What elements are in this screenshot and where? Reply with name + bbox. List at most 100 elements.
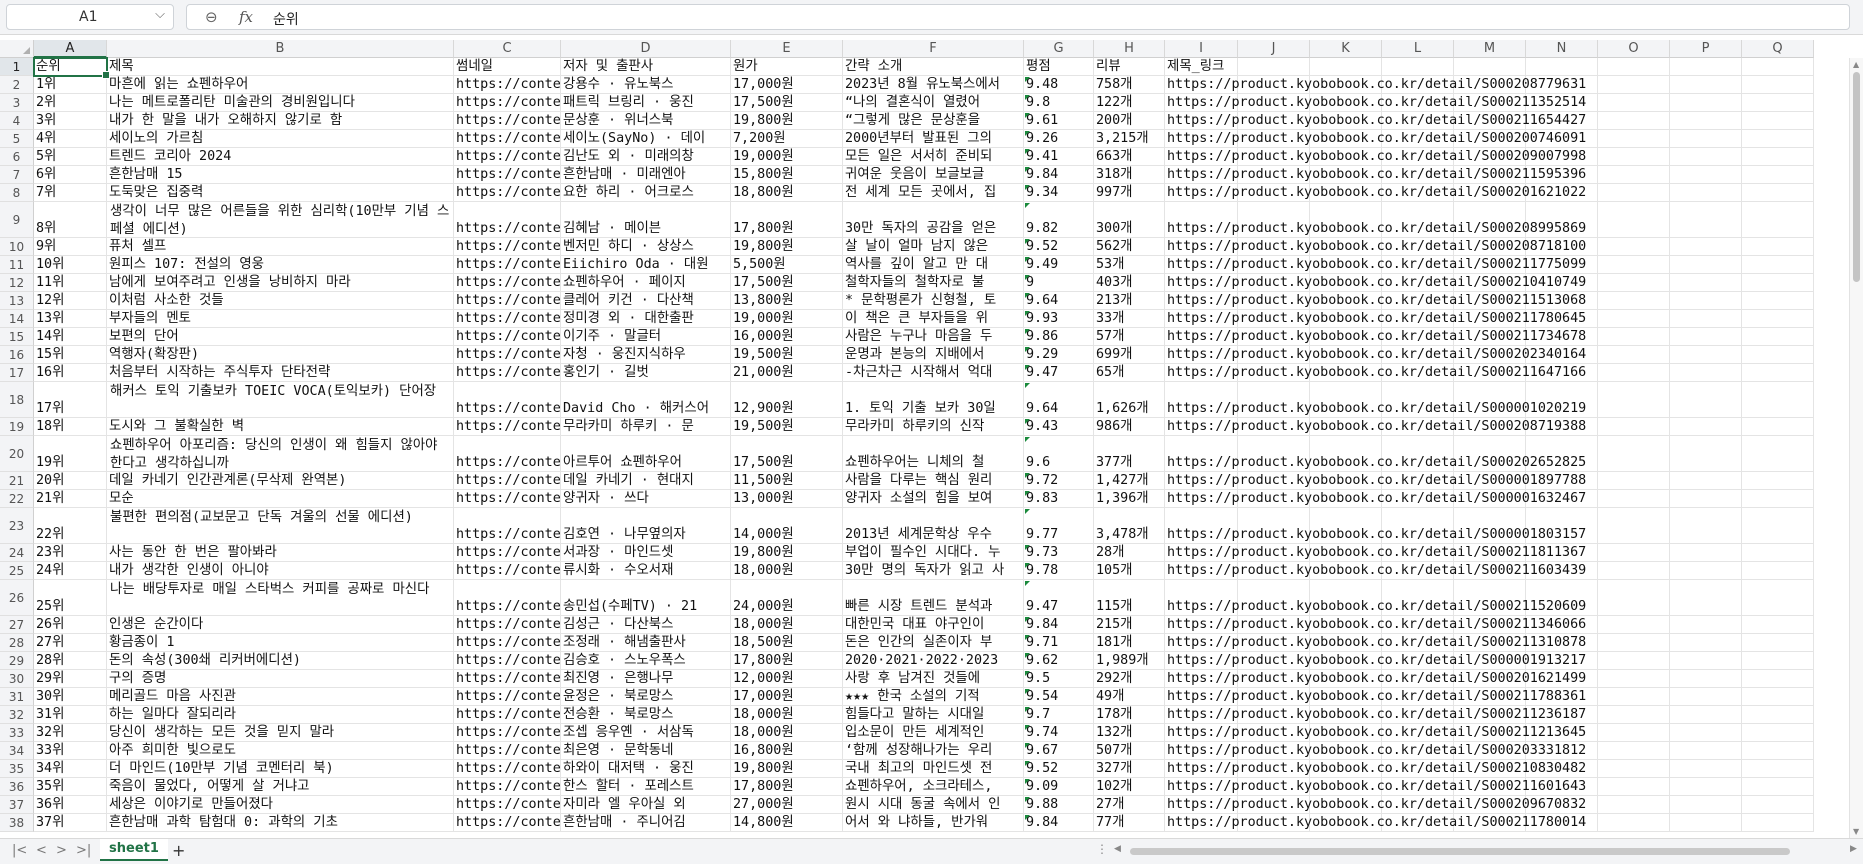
cell-h3[interactable]: 122개 — [1094, 94, 1165, 112]
cell-b28[interactable]: 황금종이 1 — [107, 634, 454, 652]
cell-g13[interactable]: 9.64 — [1024, 292, 1094, 310]
cell-a35[interactable]: 34위 — [34, 760, 107, 778]
cell-o14[interactable] — [1598, 310, 1670, 328]
cell-c4[interactable]: https://conte — [454, 112, 561, 130]
number-as-text-indicator[interactable] — [1025, 509, 1030, 514]
number-as-text-indicator[interactable] — [1025, 743, 1030, 748]
cell-g30[interactable]: 9.5 — [1024, 670, 1094, 688]
row-header-18[interactable]: 18 — [0, 382, 34, 418]
cell-d32[interactable]: 전승환 · 북로망스 — [561, 706, 731, 724]
cell-e32[interactable]: 18,000원 — [731, 706, 843, 724]
cell-q2[interactable] — [1742, 76, 1814, 94]
cell-p14[interactable] — [1670, 310, 1742, 328]
column-header-f[interactable]: F — [843, 40, 1024, 58]
cell-q11[interactable] — [1742, 256, 1814, 274]
cell-p37[interactable] — [1670, 796, 1742, 814]
formula-input[interactable]: 순위 — [273, 9, 299, 29]
row-header-8[interactable]: 8 — [0, 184, 34, 202]
cell-g16[interactable]: 9.29 — [1024, 346, 1094, 364]
number-as-text-indicator[interactable] — [1025, 239, 1030, 244]
cell-i10[interactable]: https://product.kyobobook.co.kr/detail/S… — [1165, 238, 1586, 256]
cell-c17[interactable]: https://conte — [454, 364, 561, 382]
row-header-29[interactable]: 29 — [0, 652, 34, 670]
cell-p38[interactable] — [1670, 814, 1742, 832]
cell-f38[interactable]: 어서 와 냐하들, 반가워 — [843, 814, 1024, 832]
cell-e25[interactable]: 18,000원 — [731, 562, 843, 580]
cell-i9[interactable]: https://product.kyobobook.co.kr/detail/S… — [1165, 202, 1586, 238]
number-as-text-indicator[interactable] — [1025, 293, 1030, 298]
cell-i24[interactable]: https://product.kyobobook.co.kr/detail/S… — [1165, 544, 1586, 562]
scroll-right-icon[interactable]: ▶ — [1850, 844, 1857, 854]
cell-h8[interactable]: 997개 — [1094, 184, 1165, 202]
cell-h33[interactable]: 132개 — [1094, 724, 1165, 742]
cell-a15[interactable]: 14위 — [34, 328, 107, 346]
cell-c15[interactable]: https://conte — [454, 328, 561, 346]
cell-l1[interactable] — [1382, 58, 1454, 76]
row-header-21[interactable]: 21 — [0, 472, 34, 490]
cell-g1[interactable]: 평점 — [1024, 58, 1094, 76]
cell-c36[interactable]: https://conte — [454, 778, 561, 796]
cell-h21[interactable]: 1,427개 — [1094, 472, 1165, 490]
cell-b9[interactable]: 생각이 너무 많은 어른들을 위한 심리학(10만부 기념 스페셜 에디션) — [107, 202, 454, 238]
cell-d8[interactable]: 요한 하리 · 어크로스 — [561, 184, 731, 202]
cell-d19[interactable]: 무라카미 하루키 · 문 — [561, 418, 731, 436]
cell-b23[interactable]: 불편한 편의점(교보문고 단독 겨울의 선물 에디션) — [107, 508, 454, 544]
cell-f8[interactable]: 전 세계 모든 곳에서, 집 — [843, 184, 1024, 202]
cell-f10[interactable]: 살 날이 얼마 남지 않은 — [843, 238, 1024, 256]
cell-d26[interactable]: 송민섭(수페TV) · 21 — [561, 580, 731, 616]
cell-c5[interactable]: https://conte — [454, 130, 561, 148]
cell-a28[interactable]: 27위 — [34, 634, 107, 652]
cell-p16[interactable] — [1670, 346, 1742, 364]
cell-i29[interactable]: https://product.kyobobook.co.kr/detail/S… — [1165, 652, 1586, 670]
cell-c3[interactable]: https://conte — [454, 94, 561, 112]
cell-b16[interactable]: 역행자(확장판) — [107, 346, 454, 364]
horizontal-scroll-thumb[interactable] — [1130, 848, 1790, 855]
cell-o6[interactable] — [1598, 148, 1670, 166]
cell-h27[interactable]: 215개 — [1094, 616, 1165, 634]
cell-e21[interactable]: 11,500원 — [731, 472, 843, 490]
cell-e12[interactable]: 17,500원 — [731, 274, 843, 292]
number-as-text-indicator[interactable] — [1025, 77, 1030, 82]
cell-f14[interactable]: 이 책은 큰 부자들을 위 — [843, 310, 1024, 328]
cell-e15[interactable]: 16,000원 — [731, 328, 843, 346]
scroll-up-icon[interactable]: ▲ — [1853, 60, 1859, 69]
cell-o30[interactable] — [1598, 670, 1670, 688]
row-header-28[interactable]: 28 — [0, 634, 34, 652]
cell-h16[interactable]: 699개 — [1094, 346, 1165, 364]
cell-q28[interactable] — [1742, 634, 1814, 652]
cell-d30[interactable]: 최진영 · 은행나무 — [561, 670, 731, 688]
cell-d10[interactable]: 벤저민 하디 · 상상스 — [561, 238, 731, 256]
cell-f20[interactable]: 쇼펜하우어는 니체의 철 — [843, 436, 1024, 472]
cell-i2[interactable]: https://product.kyobobook.co.kr/detail/S… — [1165, 76, 1586, 94]
cell-e16[interactable]: 19,500원 — [731, 346, 843, 364]
cell-o20[interactable] — [1598, 436, 1670, 472]
column-header-q[interactable]: Q — [1742, 40, 1814, 58]
cell-d28[interactable]: 조정래 · 해냄출판사 — [561, 634, 731, 652]
cell-h4[interactable]: 200개 — [1094, 112, 1165, 130]
cell-f17[interactable]: -차근차근 시작해서 억대 — [843, 364, 1024, 382]
cell-e38[interactable]: 14,800원 — [731, 814, 843, 832]
cell-i23[interactable]: https://product.kyobobook.co.kr/detail/S… — [1165, 508, 1586, 544]
row-header-38[interactable]: 38 — [0, 814, 34, 832]
cell-i3[interactable]: https://product.kyobobook.co.kr/detail/S… — [1165, 94, 1586, 112]
cell-f16[interactable]: 운명과 본능의 지배에서 — [843, 346, 1024, 364]
cell-o8[interactable] — [1598, 184, 1670, 202]
cell-o2[interactable] — [1598, 76, 1670, 94]
row-header-17[interactable]: 17 — [0, 364, 34, 382]
cell-d37[interactable]: 자미라 엘 우아실 외 — [561, 796, 731, 814]
cell-d22[interactable]: 양귀자 · 쓰다 — [561, 490, 731, 508]
row-header-15[interactable]: 15 — [0, 328, 34, 346]
cell-a21[interactable]: 20위 — [34, 472, 107, 490]
cell-h2[interactable]: 758개 — [1094, 76, 1165, 94]
cell-h31[interactable]: 49개 — [1094, 688, 1165, 706]
cell-a14[interactable]: 13위 — [34, 310, 107, 328]
cell-i26[interactable]: https://product.kyobobook.co.kr/detail/S… — [1165, 580, 1586, 616]
row-header-12[interactable]: 12 — [0, 274, 34, 292]
cell-i30[interactable]: https://product.kyobobook.co.kr/detail/S… — [1165, 670, 1586, 688]
cell-f28[interactable]: 돈은 인간의 실존이자 부 — [843, 634, 1024, 652]
cell-e3[interactable]: 17,500원 — [731, 94, 843, 112]
cell-p9[interactable] — [1670, 202, 1742, 238]
cell-d18[interactable]: David Cho · 해커스어 — [561, 382, 731, 418]
formula-input-area[interactable]: ⊖ fx 순위 — [186, 4, 1850, 30]
cell-d17[interactable]: 홍인기 · 길벗 — [561, 364, 731, 382]
